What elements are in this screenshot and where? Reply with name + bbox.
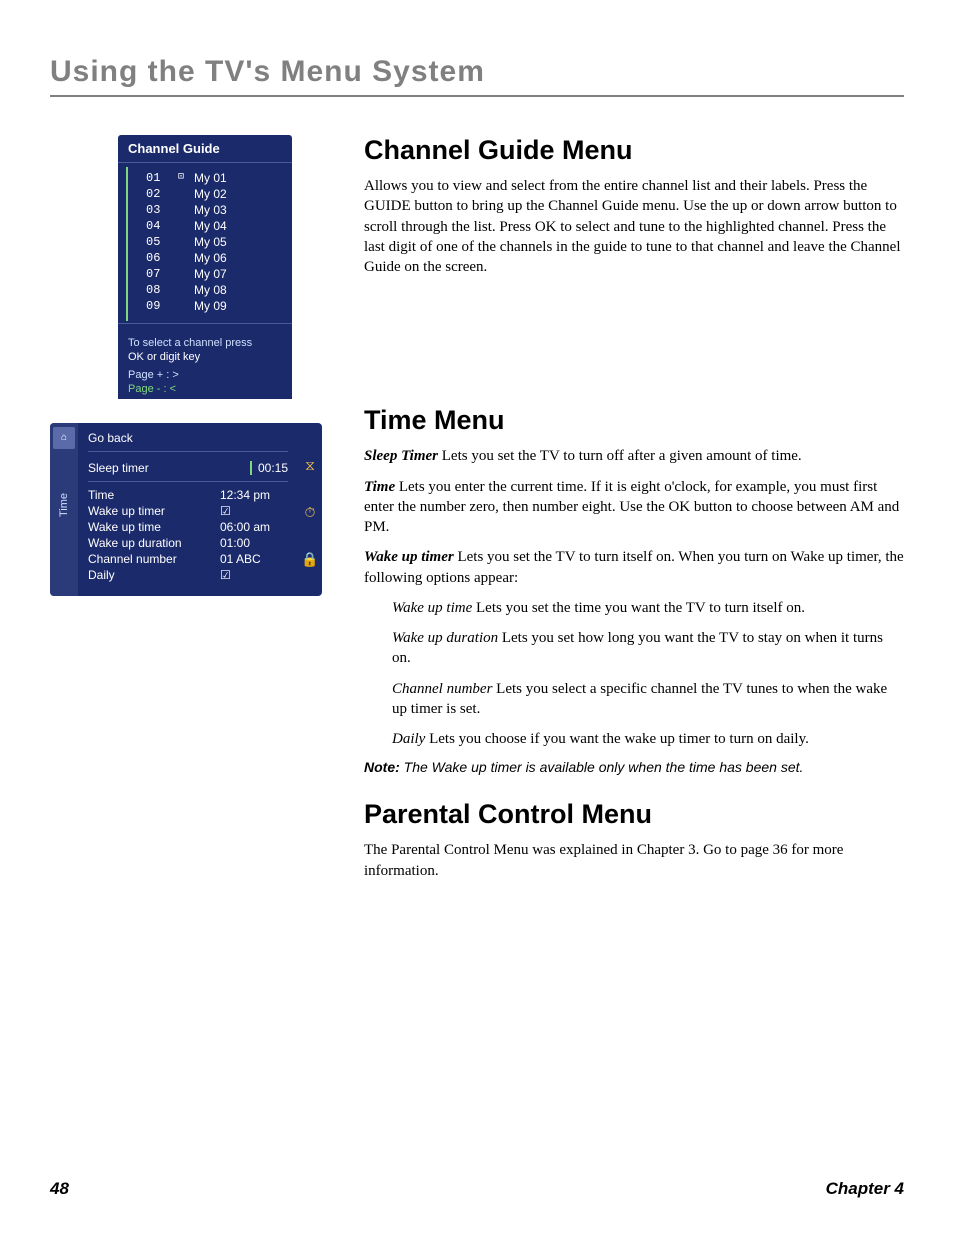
opt-label: Wake up timer: [88, 504, 220, 518]
ch-num: 04: [146, 219, 178, 233]
wake-up-timer-para: Wake up timer Lets you set the TV to tur…: [364, 547, 904, 588]
tv-icon: ⊡: [178, 171, 194, 185]
opt-value: 01:00: [220, 536, 288, 550]
time-options: Time12:34 pm Wake up timer☑ Wake up time…: [88, 488, 288, 582]
sleep-timer-label: Sleep timer: [88, 461, 149, 475]
ch-name: My 05: [194, 235, 282, 249]
time-para: Time Lets you enter the current time. If…: [364, 477, 904, 538]
opt-label: Channel number: [88, 552, 220, 566]
page-number: 48: [50, 1179, 69, 1199]
ch-num: 07: [146, 267, 178, 281]
ch-num: 05: [146, 235, 178, 249]
sleep-timer-para: Sleep Timer Lets you set the TV to turn …: [364, 446, 904, 466]
opt-value: ☑: [220, 504, 288, 518]
channel-guide-heading: Channel Guide Menu: [364, 135, 904, 166]
wake-up-time-para: Wake up time Lets you set the time you w…: [364, 598, 904, 618]
channel-help: To select a channel press OK or digit ke…: [118, 328, 292, 369]
ch-name: My 03: [194, 203, 282, 217]
ch-name: My 08: [194, 283, 282, 297]
channel-guide-paragraph: Allows you to view and select from the e…: [364, 176, 904, 277]
page-minus: Page - : <: [118, 383, 292, 399]
go-back: Go back: [88, 431, 288, 452]
parental-control-heading: Parental Control Menu: [364, 799, 904, 830]
channel-guide-title: Channel Guide: [118, 135, 292, 160]
ch-num: 08: [146, 283, 178, 297]
ch-name: My 09: [194, 299, 282, 313]
ch-name: My 04: [194, 219, 282, 233]
ch-name: My 07: [194, 267, 282, 281]
opt-label: Daily: [88, 568, 220, 582]
sleep-timer-value: 00:15: [250, 461, 288, 475]
tab-icon: ⌂: [53, 427, 75, 449]
hourglass-icon: ⧖: [305, 457, 315, 474]
parental-control-paragraph: The Parental Control Menu was explained …: [364, 840, 904, 881]
ch-num: 03: [146, 203, 178, 217]
ch-name: My 02: [194, 187, 282, 201]
clock-icon: ⏱: [305, 504, 316, 521]
chapter-label: Chapter 4: [826, 1179, 904, 1199]
note: Note: The Wake up timer is available onl…: [364, 759, 904, 775]
page-plus: Page + : >: [118, 369, 292, 383]
lock-icon: 🔒: [301, 551, 318, 568]
opt-value: 06:00 am: [220, 520, 288, 534]
ch-num: 01: [146, 171, 178, 185]
ch-name: My 06: [194, 251, 282, 265]
time-tab-label: Time: [58, 493, 70, 517]
time-menu-heading: Time Menu: [364, 405, 904, 436]
wake-up-duration-para: Wake up duration Lets you set how long y…: [364, 628, 904, 669]
channel-list: 01⊡My 01 02 My 02 03 My 03 04 My 04 05 My 05…: [126, 167, 292, 321]
ch-num: 09: [146, 299, 178, 313]
opt-value: 01 ABC: [220, 552, 288, 566]
time-menu-screenshot: ⌂ Time Go back Sleep timer 00:15 Time12:…: [50, 423, 322, 596]
channel-number-para: Channel number Lets you select a specifi…: [364, 679, 904, 720]
ch-name: My 01: [194, 171, 282, 185]
opt-value: 12:34 pm: [220, 488, 288, 502]
opt-label: Wake up duration: [88, 536, 220, 550]
daily-para: Daily Lets you choose if you want the wa…: [364, 729, 904, 749]
opt-label: Wake up time: [88, 520, 220, 534]
ch-num: 02: [146, 187, 178, 201]
opt-value: ☑: [220, 568, 288, 582]
ch-num: 06: [146, 251, 178, 265]
page-title: Using the TV's Menu System: [50, 55, 904, 97]
opt-label: Time: [88, 488, 220, 502]
channel-guide-screenshot: Channel Guide 01⊡My 01 02 My 02 03 My 03 0…: [118, 135, 292, 399]
